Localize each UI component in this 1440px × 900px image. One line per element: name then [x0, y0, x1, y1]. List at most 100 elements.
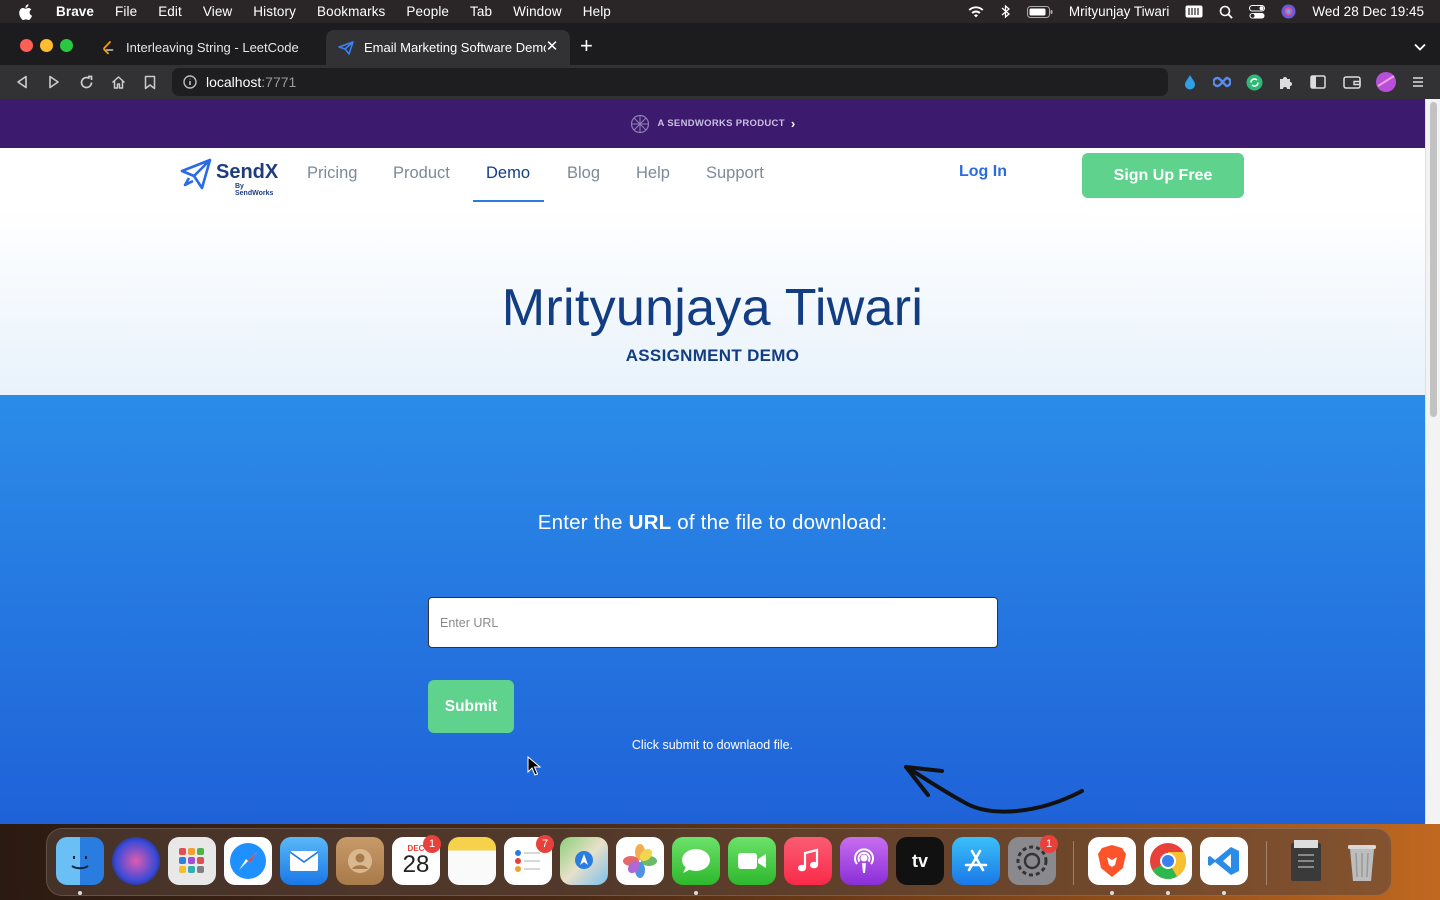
messages-icon[interactable]: [672, 837, 720, 885]
reload-icon[interactable]: [77, 73, 95, 91]
forward-icon[interactable]: [45, 73, 63, 91]
siri-icon[interactable]: [1281, 4, 1296, 19]
extensions-puzzle-icon[interactable]: [1275, 71, 1297, 93]
wallet-icon[interactable]: [1341, 71, 1363, 93]
promo-banner[interactable]: A SENDWORKS PRODUCT ›: [0, 99, 1425, 148]
menu-view[interactable]: View: [203, 4, 232, 19]
sendx-logo[interactable]: SendX By SendWorks: [180, 156, 284, 197]
site-nav: SendX By SendWorks Pricing Product Demo …: [0, 148, 1425, 208]
brave-icon[interactable]: [1088, 837, 1136, 885]
macos-menubar: Brave File Edit View History Bookmarks P…: [0, 0, 1440, 23]
finder-icon[interactable]: [56, 837, 104, 885]
home-icon[interactable]: [109, 73, 127, 91]
address-bar[interactable]: localhost:7771: [172, 68, 1168, 96]
safari-icon[interactable]: [224, 837, 272, 885]
menubar-user[interactable]: Mrityunjay Tiwari: [1069, 4, 1170, 19]
keyboard-icon[interactable]: [1185, 5, 1203, 18]
menubar-clock[interactable]: Wed 28 Dec 19:45: [1312, 4, 1424, 19]
promo-text: A SENDWORKS PRODUCT: [657, 118, 785, 129]
tab-leetcode[interactable]: Interleaving String - LeetCode: [88, 30, 326, 65]
battery-icon[interactable]: [1026, 5, 1053, 18]
prompt-pre: Enter the: [537, 511, 629, 534]
nav-product[interactable]: Product: [393, 164, 450, 183]
nav-pricing[interactable]: Pricing: [307, 164, 357, 183]
minimize-window-button[interactable]: [40, 39, 53, 52]
dock-separator: [1266, 841, 1267, 885]
chrome-icon[interactable]: [1144, 837, 1192, 885]
menu-app-name[interactable]: Brave: [56, 4, 94, 19]
login-link[interactable]: Log In: [959, 163, 1007, 181]
nav-blog[interactable]: Blog: [567, 164, 600, 183]
submit-button[interactable]: Submit: [428, 680, 514, 733]
close-window-button[interactable]: [20, 39, 33, 52]
url-input[interactable]: [428, 597, 998, 648]
mail-icon[interactable]: [280, 837, 328, 885]
apple-tv-icon[interactable]: tv: [896, 837, 944, 885]
new-tab-button[interactable]: +: [580, 35, 593, 57]
app-store-icon[interactable]: [952, 837, 1000, 885]
running-indicator: [78, 891, 82, 895]
dock-separator: [1073, 841, 1074, 885]
nav-help[interactable]: Help: [636, 164, 670, 183]
siri-app-icon[interactable]: [112, 837, 160, 885]
site-info-icon[interactable]: [183, 75, 197, 92]
menu-history[interactable]: History: [253, 4, 296, 19]
menu-help[interactable]: Help: [583, 4, 611, 19]
podcasts-icon[interactable]: [840, 837, 888, 885]
sidebar-toggle-icon[interactable]: [1307, 71, 1329, 93]
running-indicator: [1110, 891, 1114, 895]
tab-email-marketing[interactable]: Email Marketing Software Demo ✕: [326, 30, 570, 65]
hero-subtitle: ASSIGNMENT DEMO: [625, 346, 800, 365]
tab-title: Interleaving String - LeetCode: [126, 40, 299, 55]
spotlight-icon[interactable]: [1219, 5, 1234, 19]
menu-edit[interactable]: Edit: [158, 4, 182, 19]
menu-window[interactable]: Window: [513, 4, 562, 19]
scrollbar-thumb[interactable]: [1430, 102, 1437, 417]
sync-extension-icon[interactable]: [1243, 71, 1265, 93]
promo-chevron-icon: ›: [790, 116, 796, 131]
menu-tab[interactable]: Tab: [470, 4, 492, 19]
notes-icon[interactable]: [448, 837, 496, 885]
tab-list-chevron-icon[interactable]: [1414, 38, 1426, 56]
maps-icon[interactable]: [560, 837, 608, 885]
menu-file[interactable]: File: [115, 4, 137, 19]
apple-icon[interactable]: [18, 3, 32, 20]
running-indicator: [1222, 891, 1226, 895]
submit-hint: Click submit to downlaod file.: [631, 738, 794, 752]
maximize-window-button[interactable]: [60, 39, 73, 52]
page-scrollbar[interactable]: [1425, 99, 1440, 824]
dock: DEC 28 1 7 tv 1: [46, 828, 1392, 896]
signup-button[interactable]: Sign Up Free: [1082, 153, 1244, 198]
profile-avatar-icon[interactable]: [1375, 71, 1397, 93]
brand-sub: By SendWorks: [235, 183, 274, 197]
browser-toolbar: localhost:7771: [0, 65, 1440, 99]
trash-icon[interactable]: [1338, 837, 1386, 885]
close-tab-icon[interactable]: ✕: [544, 39, 560, 55]
paper-plane-icon: [180, 158, 212, 190]
infinity-extension-icon[interactable]: [1211, 71, 1233, 93]
wifi-icon[interactable]: [967, 5, 985, 19]
control-center-icon[interactable]: [1249, 4, 1266, 19]
nav-support[interactable]: Support: [706, 164, 764, 183]
raindrop-extension-icon[interactable]: [1179, 71, 1201, 93]
menu-bookmarks[interactable]: Bookmarks: [317, 4, 385, 19]
settings-badge: 1: [1040, 835, 1058, 853]
vscode-icon[interactable]: [1200, 837, 1248, 885]
hero-section: Mrityunjaya Tiwari ASSIGNMENT DEMO: [0, 208, 1425, 395]
reminders-badge: 7: [536, 835, 554, 853]
music-icon[interactable]: [784, 837, 832, 885]
bookmark-icon[interactable]: [141, 73, 159, 91]
mouse-pointer-icon: [527, 756, 541, 776]
sendworks-logo-icon: [630, 114, 650, 134]
menu-people[interactable]: People: [406, 4, 449, 19]
bluetooth-icon[interactable]: [1001, 4, 1011, 19]
photos-icon[interactable]: [616, 837, 664, 885]
facetime-icon[interactable]: [728, 837, 776, 885]
calendar-badge: 1: [423, 835, 441, 853]
launchpad-icon[interactable]: [168, 837, 216, 885]
contacts-icon[interactable]: [336, 837, 384, 885]
browser-menu-icon[interactable]: [1407, 71, 1429, 93]
archive-icon[interactable]: [1282, 837, 1330, 885]
nav-demo[interactable]: Demo: [486, 164, 530, 183]
back-icon[interactable]: [13, 73, 31, 91]
